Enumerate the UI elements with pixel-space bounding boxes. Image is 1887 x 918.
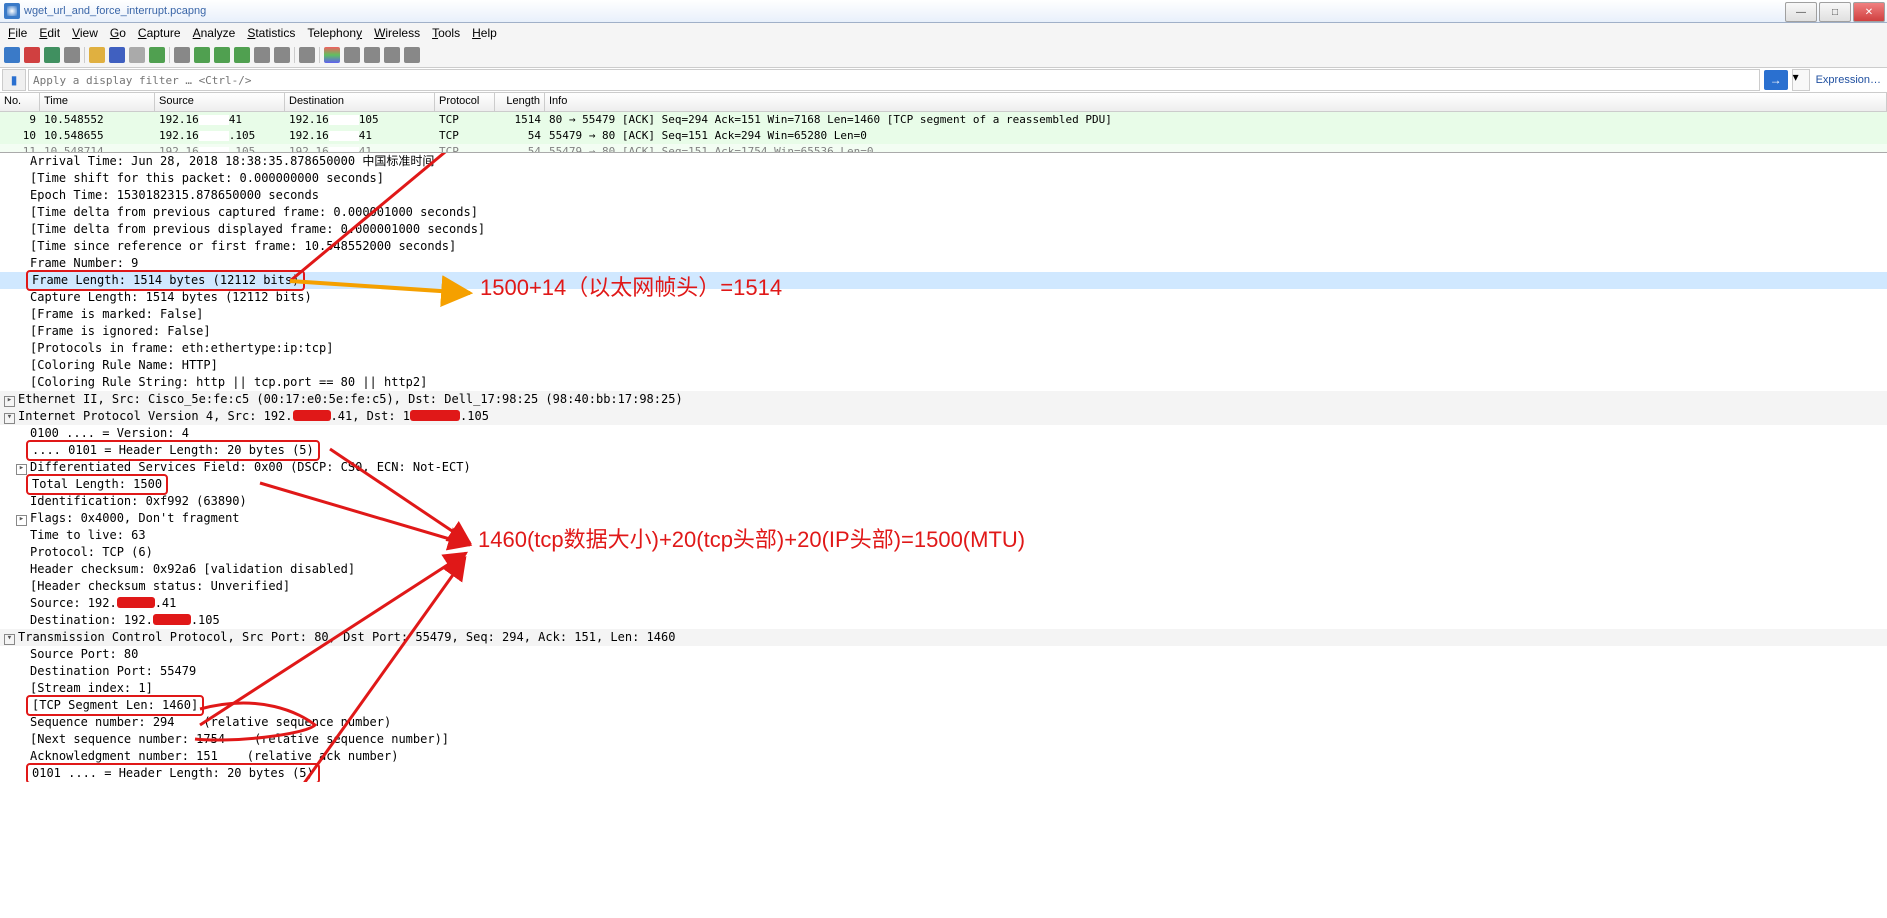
first-icon[interactable] bbox=[254, 47, 270, 63]
packet-row[interactable]: 11 10.548714 192.16.105 192.1641 TCP 54 … bbox=[0, 144, 1887, 152]
close-file-icon[interactable] bbox=[129, 47, 145, 63]
title-bar: wget_url_and_force_interrupt.pcapng — □ … bbox=[0, 0, 1887, 23]
chevron-right-icon[interactable]: ▸ bbox=[16, 515, 27, 526]
packet-details: 1500+14（以太网帧头）=1514 1460(tcp数据大小)+20(tcp… bbox=[0, 152, 1887, 782]
ethernet-header[interactable]: ▸Ethernet II, Src: Cisco_5e:fe:c5 (00:17… bbox=[0, 391, 1887, 408]
next-icon[interactable] bbox=[214, 47, 230, 63]
tcp-segment-len[interactable]: [TCP Segment Len: 1460] bbox=[0, 697, 1887, 714]
detail-line[interactable]: ▸Differentiated Services Field: 0x00 (DS… bbox=[0, 459, 1887, 476]
restart-capture-icon[interactable] bbox=[44, 47, 60, 63]
detail-line[interactable]: Source: 192..41 bbox=[0, 595, 1887, 612]
packet-row[interactable]: 9 10.548552 192.1641 192.16105 TCP 1514 … bbox=[0, 112, 1887, 128]
expression-link[interactable]: Expression… bbox=[1810, 74, 1887, 86]
autoscroll-icon[interactable] bbox=[299, 47, 315, 63]
detail-line[interactable]: [Stream index: 1] bbox=[0, 680, 1887, 697]
column-info[interactable]: Info bbox=[545, 93, 1887, 111]
detail-line[interactable]: Source Port: 80 bbox=[0, 646, 1887, 663]
detail-line[interactable]: Identification: 0xf992 (63890) bbox=[0, 493, 1887, 510]
detail-line[interactable]: [Frame is ignored: False] bbox=[0, 323, 1887, 340]
menu-tools[interactable]: Tools bbox=[426, 24, 466, 42]
ip-header[interactable]: ▾Internet Protocol Version 4, Src: 192..… bbox=[0, 408, 1887, 425]
menu-file[interactable]: File bbox=[2, 24, 33, 42]
menu-view[interactable]: View bbox=[66, 24, 104, 42]
goto-icon[interactable] bbox=[234, 47, 250, 63]
chevron-down-icon[interactable]: ▾ bbox=[4, 413, 15, 424]
column-destination[interactable]: Destination bbox=[285, 93, 435, 111]
find-icon[interactable] bbox=[174, 47, 190, 63]
detail-line[interactable]: [Time delta from previous displayed fram… bbox=[0, 221, 1887, 238]
reload-icon[interactable] bbox=[149, 47, 165, 63]
stop-capture-icon[interactable] bbox=[24, 47, 40, 63]
detail-line[interactable]: [Protocols in frame: eth:ethertype:ip:tc… bbox=[0, 340, 1887, 357]
close-button[interactable]: ✕ bbox=[1853, 2, 1885, 22]
detail-line[interactable]: Time to live: 63 bbox=[0, 527, 1887, 544]
column-protocol[interactable]: Protocol bbox=[435, 93, 495, 111]
app-icon bbox=[4, 3, 20, 19]
packet-row[interactable]: 10 10.548655 192.16.105 192.1641 TCP 54 … bbox=[0, 128, 1887, 144]
maximize-button[interactable]: □ bbox=[1819, 2, 1851, 22]
start-capture-icon[interactable] bbox=[4, 47, 20, 63]
detail-line[interactable]: [Time since reference or first frame: 10… bbox=[0, 238, 1887, 255]
frame-length-field[interactable]: Frame Length: 1514 bytes (12112 bits) bbox=[0, 272, 1887, 289]
window-title: wget_url_and_force_interrupt.pcapng bbox=[24, 5, 206, 17]
chevron-right-icon[interactable]: ▸ bbox=[16, 464, 27, 475]
detail-line[interactable]: [Time shift for this packet: 0.000000000… bbox=[0, 170, 1887, 187]
detail-line[interactable]: Arrival Time: Jun 28, 2018 18:38:35.8786… bbox=[0, 153, 1887, 170]
detail-line[interactable]: Header checksum: 0x92a6 [validation disa… bbox=[0, 561, 1887, 578]
detail-line[interactable]: Destination: 192..105 bbox=[0, 612, 1887, 629]
last-icon[interactable] bbox=[274, 47, 290, 63]
display-filter-input[interactable] bbox=[28, 69, 1760, 91]
filter-history-button[interactable]: ▾ bbox=[1792, 69, 1810, 91]
minimize-button[interactable]: — bbox=[1785, 2, 1817, 22]
zoom-in-icon[interactable] bbox=[344, 47, 360, 63]
detail-line[interactable]: [Header checksum status: Unverified] bbox=[0, 578, 1887, 595]
menu-edit[interactable]: Edit bbox=[33, 24, 66, 42]
menu-capture[interactable]: Capture bbox=[132, 24, 187, 42]
detail-line[interactable]: [Coloring Rule Name: HTTP] bbox=[0, 357, 1887, 374]
filter-bookmark-icon[interactable]: ▮ bbox=[2, 69, 26, 91]
tcp-header[interactable]: ▾Transmission Control Protocol, Src Port… bbox=[0, 629, 1887, 646]
packet-list-header: No. Time Source Destination Protocol Len… bbox=[0, 93, 1887, 112]
detail-line[interactable]: Epoch Time: 1530182315.878650000 seconds bbox=[0, 187, 1887, 204]
zoom-out-icon[interactable] bbox=[364, 47, 380, 63]
detail-line[interactable]: [Time delta from previous captured frame… bbox=[0, 204, 1887, 221]
tcp-header-length[interactable]: 0101 .... = Header Length: 20 bytes (5) bbox=[0, 765, 1887, 782]
filter-bar: ▮ → ▾ Expression… bbox=[0, 68, 1887, 93]
detail-line[interactable]: ▸Flags: 0x4000, Don't fragment bbox=[0, 510, 1887, 527]
open-icon[interactable] bbox=[89, 47, 105, 63]
detail-line[interactable]: Protocol: TCP (6) bbox=[0, 544, 1887, 561]
menu-statistics[interactable]: Statistics bbox=[241, 24, 301, 42]
chevron-down-icon[interactable]: ▾ bbox=[4, 634, 15, 645]
ip-header-length[interactable]: .... 0101 = Header Length: 20 bytes (5) bbox=[0, 442, 1887, 459]
detail-line[interactable]: [Frame is marked: False] bbox=[0, 306, 1887, 323]
apply-filter-button[interactable]: → bbox=[1764, 70, 1788, 90]
ip-total-length[interactable]: Total Length: 1500 bbox=[0, 476, 1887, 493]
packet-list: 9 10.548552 192.1641 192.16105 TCP 1514 … bbox=[0, 112, 1887, 152]
menu-bar: File Edit View Go Capture Analyze Statis… bbox=[0, 23, 1887, 43]
menu-help[interactable]: Help bbox=[466, 24, 503, 42]
column-length[interactable]: Length bbox=[495, 93, 545, 111]
detail-line[interactable]: Sequence number: 294 (relative sequence … bbox=[0, 714, 1887, 731]
chevron-right-icon[interactable]: ▸ bbox=[4, 396, 15, 407]
column-time[interactable]: Time bbox=[40, 93, 155, 111]
detail-line[interactable]: Destination Port: 55479 bbox=[0, 663, 1887, 680]
colorize-icon[interactable] bbox=[324, 47, 340, 63]
prev-icon[interactable] bbox=[194, 47, 210, 63]
menu-go[interactable]: Go bbox=[104, 24, 132, 42]
column-source[interactable]: Source bbox=[155, 93, 285, 111]
menu-wireless[interactable]: Wireless bbox=[368, 24, 426, 42]
save-icon[interactable] bbox=[109, 47, 125, 63]
resize-cols-icon[interactable] bbox=[404, 47, 420, 63]
detail-line[interactable]: Capture Length: 1514 bytes (12112 bits) bbox=[0, 289, 1887, 306]
detail-line[interactable]: [Coloring Rule String: http || tcp.port … bbox=[0, 374, 1887, 391]
toolbar bbox=[0, 43, 1887, 68]
menu-telephony[interactable]: Telephony bbox=[301, 24, 368, 42]
options-icon[interactable] bbox=[64, 47, 80, 63]
column-no[interactable]: No. bbox=[0, 93, 40, 111]
detail-line[interactable]: [Next sequence number: 1754 (relative se… bbox=[0, 731, 1887, 748]
zoom-reset-icon[interactable] bbox=[384, 47, 400, 63]
menu-analyze[interactable]: Analyze bbox=[187, 24, 242, 42]
